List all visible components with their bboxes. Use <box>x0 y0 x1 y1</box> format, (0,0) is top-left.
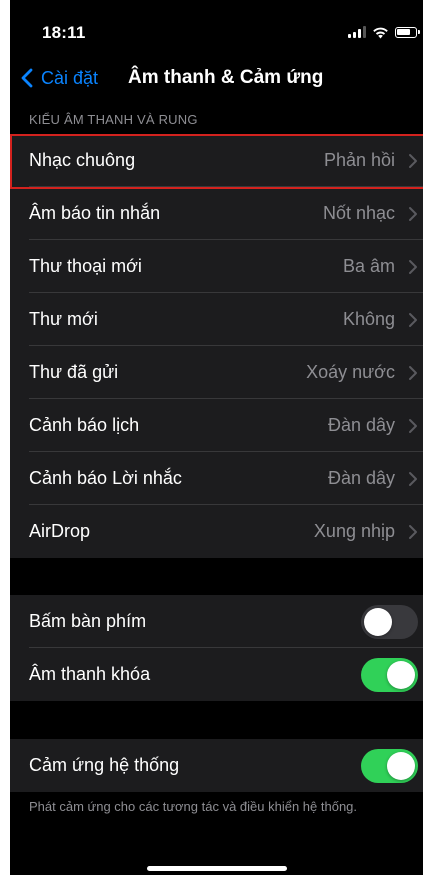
phone-screen: 18:11 Cài đặt Âm thanh & Cảm ứng KIỂU ÂM… <box>10 0 423 875</box>
row-value: Đàn dây <box>327 415 395 435</box>
cellular-signal-icon <box>348 26 366 38</box>
battery-icon <box>395 26 420 38</box>
row-value: Không <box>342 309 395 329</box>
home-indicator[interactable] <box>147 866 287 871</box>
row-value: Ba âm <box>342 256 395 276</box>
toggle-knob <box>387 751 415 780</box>
chevron-right-icon <box>409 153 417 168</box>
row-label: Thư đã gửi <box>29 362 119 382</box>
row-label: Cảnh báo Lời nhắc <box>29 468 182 488</box>
chevron-right-icon <box>409 312 417 327</box>
chevron-right-icon <box>409 259 417 274</box>
row-label: Âm báo tin nhắn <box>29 203 161 223</box>
settings-row-sent-mail[interactable]: Thư đã gửi Xoáy nước <box>10 346 423 399</box>
settings-row-calendar-alerts[interactable]: Cảnh báo lịch Đàn dây <box>10 399 423 452</box>
section-header-sounds: KIỂU ÂM THANH VÀ RUNG <box>29 112 198 127</box>
lock-sound-toggle[interactable] <box>361 657 418 692</box>
settings-row-lock-sound: Âm thanh khóa <box>10 648 423 701</box>
haptics-group: Cảm ứng hệ thống <box>10 739 423 792</box>
row-value: Nốt nhạc <box>322 203 395 223</box>
back-button[interactable]: Cài đặt <box>18 58 98 98</box>
back-button-label: Cài đặt <box>41 67 99 88</box>
wifi-icon <box>373 27 388 38</box>
row-label: Cảm ứng hệ thống <box>29 755 180 775</box>
settings-row-ringtone[interactable]: Nhạc chuông Phản hồi <box>10 134 423 189</box>
keyboard-clicks-toggle[interactable] <box>361 604 418 639</box>
row-value: Xung nhịp <box>313 521 395 541</box>
toggle-knob <box>387 660 415 689</box>
haptics-footer-note: Phát cảm ứng cho các tương tác và điều k… <box>29 799 358 814</box>
toggles-group: Bấm bàn phím Âm thanh khóa <box>10 595 423 701</box>
settings-row-keyboard-clicks: Bấm bàn phím <box>10 595 423 648</box>
row-value: Xoáy nước <box>306 362 395 382</box>
row-value: Phản hồi <box>323 150 395 170</box>
settings-row-reminder-alerts[interactable]: Cảnh báo Lời nhắc Đàn dây <box>10 452 423 505</box>
status-time: 18:11 <box>42 23 86 42</box>
row-label: AirDrop <box>29 521 91 541</box>
chevron-left-icon <box>21 68 33 88</box>
settings-row-text-tone[interactable]: Âm báo tin nhắn Nốt nhạc <box>10 187 423 240</box>
row-label: Âm thanh khóa <box>29 664 151 684</box>
chevron-right-icon <box>409 524 417 539</box>
row-label: Thư thoại mới <box>29 256 142 276</box>
settings-row-system-haptics: Cảm ứng hệ thống <box>10 739 423 792</box>
system-haptics-toggle[interactable] <box>361 748 418 783</box>
row-label: Thư mới <box>29 309 98 329</box>
row-label: Nhạc chuông <box>29 150 136 170</box>
settings-row-airdrop[interactable]: AirDrop Xung nhịp <box>10 505 423 558</box>
settings-row-new-mail[interactable]: Thư mới Không <box>10 293 423 346</box>
chevron-right-icon <box>409 418 417 433</box>
row-label: Cảnh báo lịch <box>29 415 140 435</box>
settings-row-new-voicemail[interactable]: Thư thoại mới Ba âm <box>10 240 423 293</box>
toggle-knob <box>364 607 392 636</box>
status-icons <box>348 23 420 41</box>
navigation-bar: Cài đặt Âm thanh & Cảm ứng <box>10 58 423 102</box>
page-title: Âm thanh & Cảm ứng <box>128 67 324 88</box>
sounds-group: Nhạc chuông Phản hồi Âm báo tin nhắn Nốt… <box>10 134 423 558</box>
row-value: Đàn dây <box>327 468 395 488</box>
status-bar: 18:11 <box>10 0 423 58</box>
chevron-right-icon <box>409 206 417 221</box>
chevron-right-icon <box>409 471 417 486</box>
row-label: Bấm bàn phím <box>29 611 147 631</box>
chevron-right-icon <box>409 365 417 380</box>
